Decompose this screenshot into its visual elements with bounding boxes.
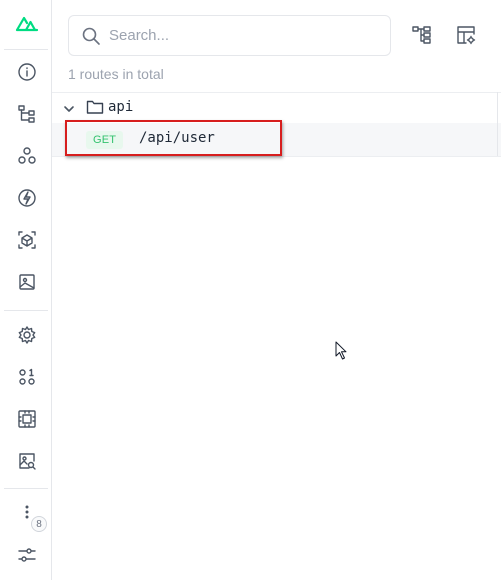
route-count: 1 routes in total (68, 66, 164, 82)
mouse-cursor-icon (335, 341, 347, 360)
folder-row-api[interactable]: api (52, 95, 501, 123)
image-search-icon[interactable] (13, 447, 41, 475)
folder-name: api (108, 99, 134, 115)
lightning-icon[interactable] (13, 184, 41, 212)
list-divider (52, 156, 501, 157)
shapes-icon[interactable] (13, 363, 41, 391)
search-box[interactable] (68, 15, 391, 56)
sidebar-divider (4, 488, 48, 489)
sidebar-divider (4, 49, 48, 50)
image-icon[interactable] (13, 268, 41, 296)
sidebar: 8 (0, 0, 52, 580)
route-row[interactable]: GET /api/user (52, 123, 501, 156)
chip-icon[interactable] (13, 405, 41, 433)
devtools-window: 8 1 routes in total api (0, 0, 501, 580)
tree-view-icon (412, 26, 431, 44)
info-icon[interactable] (13, 58, 41, 86)
search-input[interactable] (109, 20, 379, 51)
components-tree-icon[interactable] (13, 100, 41, 128)
nuxt-logo-icon[interactable] (13, 9, 41, 37)
list-divider (52, 92, 501, 93)
settings-sliders-icon[interactable] (13, 541, 41, 569)
gear-icon[interactable] (13, 321, 41, 349)
panel-edge (497, 92, 498, 156)
table-settings-icon (457, 26, 476, 45)
chevron-down-icon[interactable] (63, 102, 75, 114)
notification-count-badge: 8 (31, 516, 47, 532)
modules-icon[interactable] (13, 142, 41, 170)
sidebar-divider (4, 310, 48, 311)
http-method-badge: GET (86, 131, 124, 149)
table-settings-button[interactable] (453, 22, 479, 48)
route-path: /api/user (139, 130, 215, 146)
search-icon (82, 27, 100, 45)
cube-icon[interactable] (13, 226, 41, 254)
routes-panel: 1 routes in total api GET /api/user (52, 0, 501, 580)
folder-icon (86, 99, 104, 115)
tree-view-button[interactable] (409, 22, 435, 48)
